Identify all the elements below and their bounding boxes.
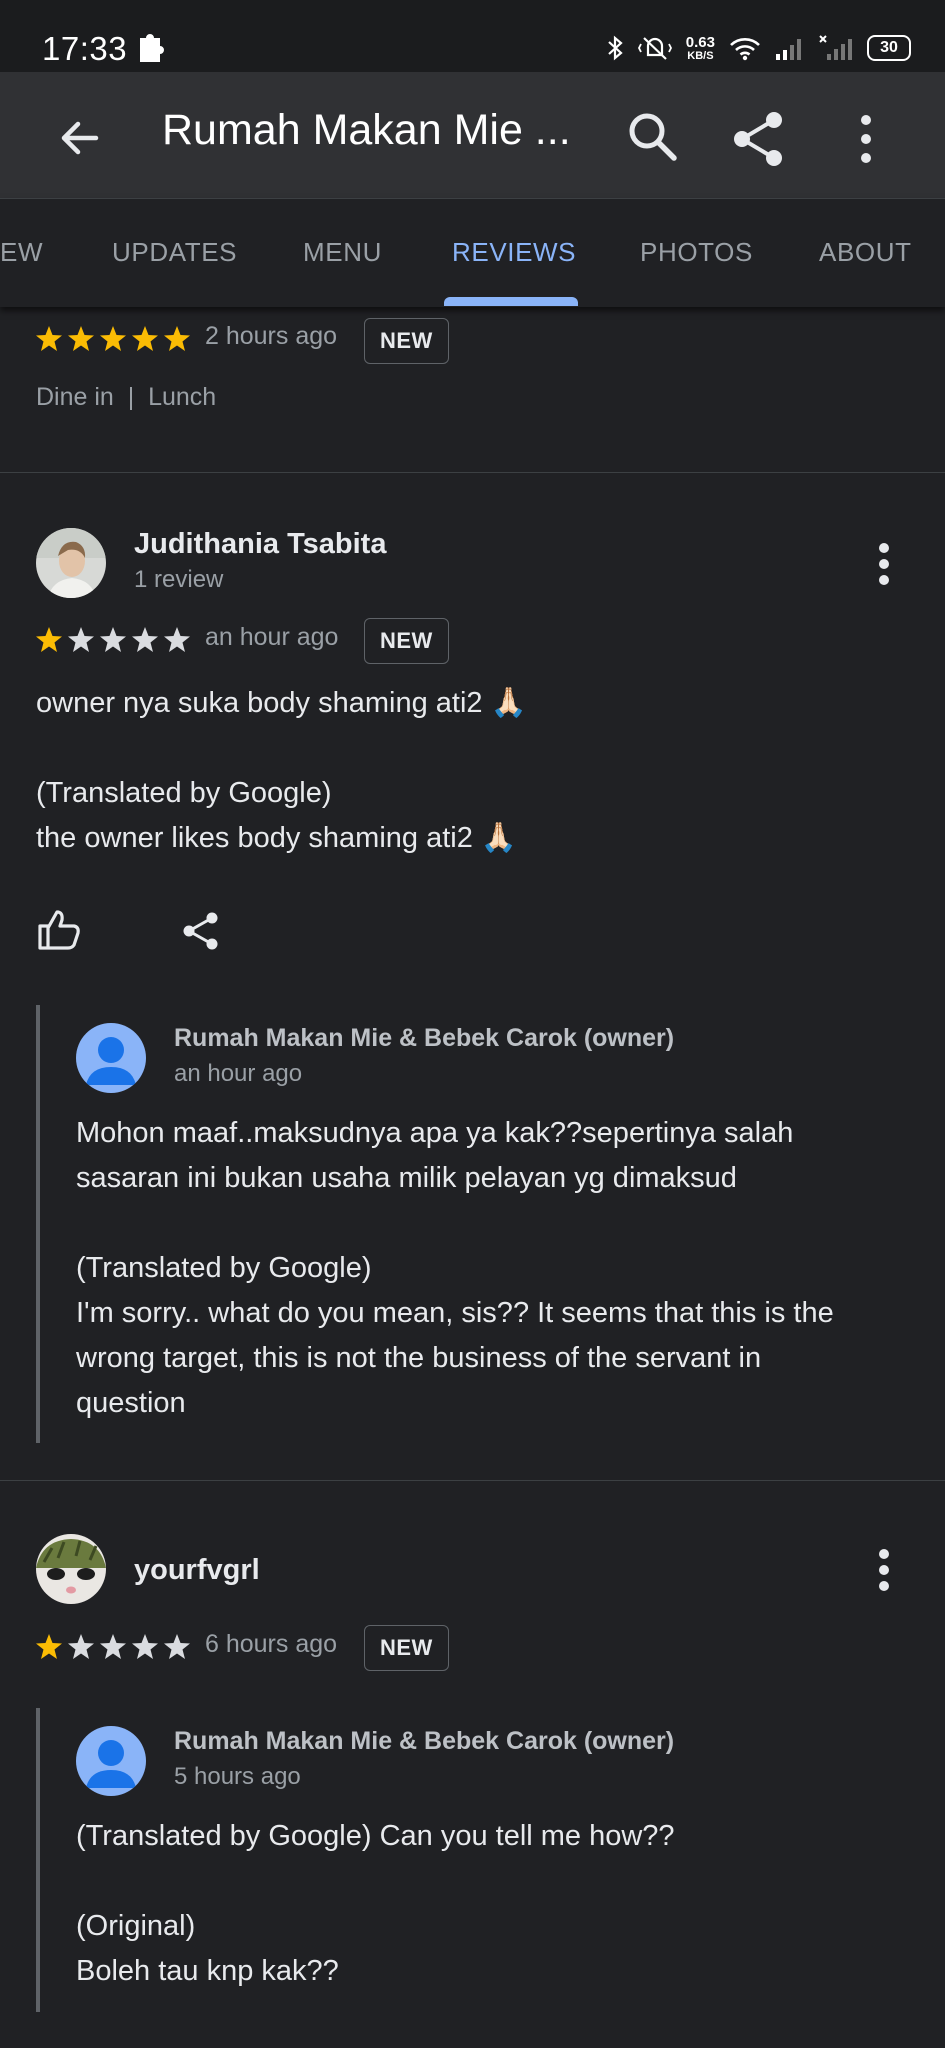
star-empty-icon: [68, 1634, 94, 1659]
tab-about[interactable]: ABOUT: [819, 237, 912, 268]
tab-reviews[interactable]: REVIEWS: [452, 237, 576, 268]
new-badge: NEW: [364, 618, 449, 664]
puzzle-icon: [140, 34, 164, 62]
owner-reply-time: 5 hours ago: [174, 1763, 301, 1790]
avatar[interactable]: [36, 528, 106, 598]
profile-photo: [36, 1534, 106, 1604]
share-icon[interactable]: [728, 108, 790, 170]
star-empty-icon: [100, 1634, 126, 1659]
star-empty-icon: [164, 1634, 190, 1659]
divider: [0, 1480, 945, 1481]
more-vert-icon[interactable]: [866, 540, 902, 590]
star-empty-icon: [100, 627, 126, 652]
owner-reply-bar: [36, 1708, 40, 2012]
reviewer-name[interactable]: yourfvgrl: [134, 1554, 260, 1587]
owner-reply-text: Mohon maaf..maksudnya apa ya kak??sepert…: [76, 1117, 834, 1419]
reviewer-name[interactable]: Judithania Tsabita: [134, 528, 386, 561]
network-speed: 0.63 KB/S: [686, 35, 715, 62]
net-speed-value: 0.63: [685, 33, 715, 51]
tab-updates[interactable]: UPDATES: [112, 237, 237, 268]
star-filled-icon: [36, 326, 62, 351]
divider: [0, 472, 945, 473]
star-filled-icon: [68, 326, 94, 351]
owner-reply-time: an hour ago: [174, 1060, 303, 1087]
battery-indicator: 30: [867, 35, 911, 61]
tab-overview[interactable]: EW: [0, 237, 43, 268]
tab-bar: EW UPDATES MENU REVIEWS PHOTOS ABOUT: [0, 198, 945, 307]
status-bar: 17:33 0.63 KB/S 30: [0, 0, 945, 72]
owner-name: Rumah Makan Mie & Bebek Carok (owner): [174, 1024, 675, 1052]
profile-photo: [36, 528, 106, 598]
more-vert-icon[interactable]: [866, 1546, 902, 1596]
star-filled-icon: [132, 326, 158, 351]
star-filled-icon: [36, 627, 62, 652]
review-time: 2 hours ago: [205, 322, 338, 350]
page-title: Rumah Makan Mie ...: [162, 106, 571, 154]
owner-reply-text: (Translated by Google) Can you tell me h…: [76, 1820, 675, 1987]
signal-no-sim-icon: [819, 35, 852, 60]
rating-stars: [34, 1632, 192, 1662]
new-badge: NEW: [364, 1625, 449, 1671]
avatar[interactable]: [36, 1534, 106, 1604]
review-text: owner nya suka body shaming ati2 🙏🏻 (Tra…: [36, 687, 527, 854]
rating-stars: [34, 324, 192, 354]
status-indicators: 0.63 KB/S 30: [606, 28, 911, 68]
arrow-back-icon[interactable]: [52, 110, 108, 166]
star-empty-icon: [132, 627, 158, 652]
star-filled-icon: [36, 1634, 62, 1659]
review-tags: Dine in | Lunch: [36, 383, 217, 411]
owner-reply-bar: [36, 1005, 40, 1443]
tab-indicator: [444, 297, 578, 306]
star-filled-icon: [164, 326, 190, 351]
person-icon: [86, 1037, 136, 1085]
search-icon[interactable]: [624, 108, 682, 166]
status-time: 17:33: [42, 30, 128, 67]
signal-icon: [776, 39, 801, 60]
star-empty-icon: [164, 627, 190, 652]
app-bar: Rumah Makan Mie ...: [0, 72, 945, 198]
star-filled-icon: [100, 326, 126, 351]
star-empty-icon: [132, 1634, 158, 1659]
new-badge: NEW: [364, 318, 449, 364]
reviewer-review-count: 1 review: [134, 566, 224, 593]
thumb-up-icon[interactable]: [36, 906, 82, 952]
owner-avatar[interactable]: [76, 1726, 146, 1796]
review-time: 6 hours ago: [205, 1630, 338, 1658]
review-time: an hour ago: [205, 623, 339, 651]
person-icon: [86, 1740, 136, 1788]
rating-stars: [34, 625, 192, 655]
more-vert-icon[interactable]: [846, 110, 886, 168]
tab-menu[interactable]: MENU: [303, 237, 382, 268]
share-icon[interactable]: [180, 910, 222, 952]
owner-avatar[interactable]: [76, 1023, 146, 1093]
tab-photos[interactable]: PHOTOS: [640, 237, 753, 268]
net-speed-unit: KB/S: [687, 49, 714, 62]
wifi-icon: [730, 38, 760, 61]
owner-name: Rumah Makan Mie & Bebek Carok (owner): [174, 1727, 675, 1755]
mute-vibrate-icon: [637, 37, 672, 60]
star-empty-icon: [68, 627, 94, 652]
bluetooth-icon: [608, 35, 623, 61]
